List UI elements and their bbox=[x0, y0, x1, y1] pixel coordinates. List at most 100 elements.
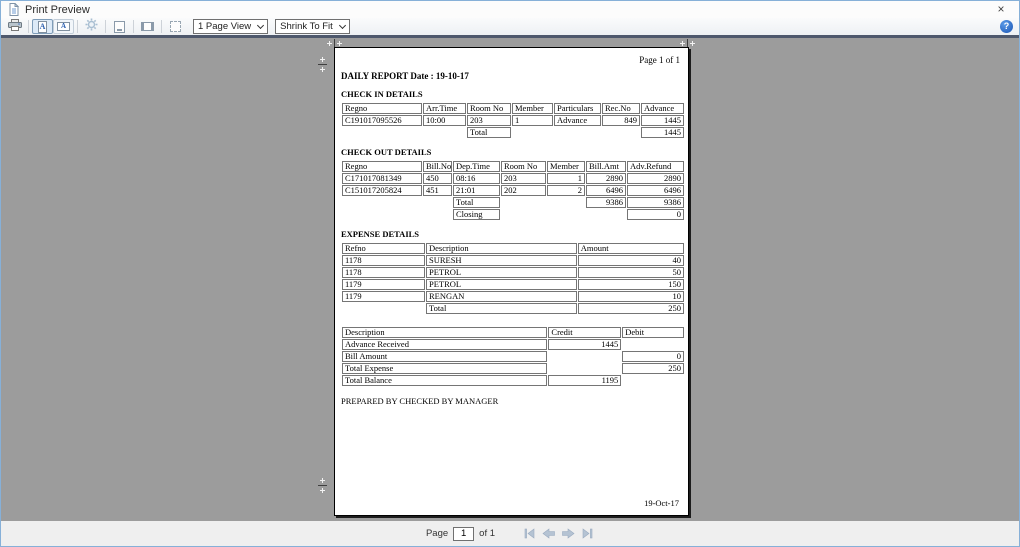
cell: Advance Received bbox=[342, 339, 547, 350]
full-page-icon bbox=[170, 21, 181, 32]
toolbar-separator bbox=[105, 20, 106, 33]
margin-arrow-icon bbox=[690, 41, 695, 46]
cell: PETROL bbox=[426, 267, 577, 278]
cell: 0 bbox=[622, 351, 684, 362]
col-header: Regno bbox=[342, 103, 422, 114]
page-view-select[interactable]: 1 Page View bbox=[193, 19, 268, 34]
col-header: Room No bbox=[501, 161, 546, 172]
col-header: Regno bbox=[342, 161, 422, 172]
page-number-input[interactable] bbox=[453, 527, 474, 541]
checkin-section-title: CHECK IN DETAILS bbox=[341, 89, 680, 99]
top-margin-handle[interactable] bbox=[318, 57, 327, 72]
col-header: Room No bbox=[467, 103, 511, 114]
toolbar-separator bbox=[133, 20, 134, 33]
report-title: DAILY REPORT Date : 19-10-17 bbox=[341, 71, 680, 81]
full-width-button[interactable] bbox=[137, 19, 158, 34]
print-button[interactable] bbox=[4, 19, 25, 34]
checkout-closing-row: Closing 0 bbox=[342, 209, 684, 220]
next-page-button[interactable] bbox=[561, 528, 575, 539]
cell: C151017205824 bbox=[342, 185, 422, 196]
checkin-total-row: Total 1445 bbox=[342, 127, 684, 138]
cell: Total Balance bbox=[342, 375, 547, 386]
checkin-data-row: C191017095526 10:00 203 1 Advance 849 14… bbox=[342, 115, 684, 126]
landscape-icon: A bbox=[57, 22, 70, 31]
total-value: 250 bbox=[578, 303, 684, 314]
shrink-to-fit-select[interactable]: Shrink To Fit bbox=[275, 19, 350, 34]
checkin-table: Regno Arr.Time Room No Member Particular… bbox=[341, 102, 685, 139]
first-page-button[interactable] bbox=[523, 528, 537, 539]
window-title: Print Preview bbox=[25, 4, 90, 16]
cell: 10:00 bbox=[423, 115, 466, 126]
checkout-total-row: Total 9386 9386 bbox=[342, 197, 684, 208]
last-page-button[interactable] bbox=[580, 528, 594, 539]
total-value: 9386 bbox=[586, 197, 626, 208]
portrait-button[interactable]: A bbox=[32, 19, 53, 34]
col-header: Credit bbox=[548, 327, 621, 338]
col-header: Rec.No bbox=[602, 103, 640, 114]
cell: C171017081349 bbox=[342, 173, 422, 184]
cell: Bill Amount bbox=[342, 351, 547, 362]
margin-arrow-icon bbox=[337, 41, 342, 46]
cell: 08:16 bbox=[453, 173, 500, 184]
summary-row: Total Expense 250 bbox=[342, 363, 684, 374]
checkout-data-row: C151017205824 451 21:01 202 2 6496 6496 bbox=[342, 185, 684, 196]
page-setup-button[interactable] bbox=[81, 19, 102, 34]
col-header: Member bbox=[512, 103, 553, 114]
printer-icon bbox=[8, 18, 22, 36]
expense-data-row: 1179 PETROL 150 bbox=[342, 279, 684, 290]
cell: 150 bbox=[578, 279, 684, 290]
cell: 202 bbox=[501, 185, 546, 196]
headers-footers-button[interactable] bbox=[109, 19, 130, 34]
total-label: Total bbox=[467, 127, 511, 138]
cell: 6496 bbox=[586, 185, 626, 196]
expense-table: Refno Description Amount 1178 SURESH 40 … bbox=[341, 242, 685, 315]
cell: 21:01 bbox=[453, 185, 500, 196]
previous-page-button[interactable] bbox=[542, 528, 556, 539]
previous-page-icon bbox=[542, 528, 556, 539]
page-of-label: of 1 bbox=[479, 528, 495, 539]
col-header: Particulars bbox=[554, 103, 601, 114]
cell: 203 bbox=[467, 115, 511, 126]
first-page-icon bbox=[523, 528, 537, 539]
titlebar: Print Preview × bbox=[1, 1, 1019, 18]
report-page: Page 1 of 1 DAILY REPORT Date : 19-10-17… bbox=[334, 47, 689, 516]
col-header: Debit bbox=[622, 327, 684, 338]
bottom-margin-handle[interactable] bbox=[318, 478, 327, 493]
summary-row: Bill Amount 0 bbox=[342, 351, 684, 362]
shrink-to-fit-value: Shrink To Fit bbox=[280, 21, 333, 32]
statusbar: Page of 1 bbox=[1, 521, 1019, 546]
footer-date: 19-Oct-17 bbox=[644, 498, 679, 508]
checkin-header-row: Regno Arr.Time Room No Member Particular… bbox=[342, 103, 684, 114]
close-icon[interactable]: × bbox=[993, 1, 1009, 17]
cell: PETROL bbox=[426, 279, 577, 290]
gear-icon bbox=[85, 18, 98, 36]
help-button[interactable]: ? bbox=[1000, 20, 1013, 33]
margin-arrow-icon bbox=[320, 488, 325, 493]
cell: 1179 bbox=[342, 279, 425, 290]
cell: 450 bbox=[423, 173, 452, 184]
cell: 1178 bbox=[342, 267, 425, 278]
col-header: Advance bbox=[641, 103, 684, 114]
cell: 1178 bbox=[342, 255, 425, 266]
cell: 2890 bbox=[586, 173, 626, 184]
col-header: Member bbox=[547, 161, 585, 172]
cell: 1 bbox=[512, 115, 553, 126]
margin-arrow-icon bbox=[320, 67, 325, 72]
checkout-data-row: C171017081349 450 08:16 203 1 2890 2890 bbox=[342, 173, 684, 184]
cell: C191017095526 bbox=[342, 115, 422, 126]
checkout-header-row: Regno Bill.No Dep.Time Room No Member Bi… bbox=[342, 161, 684, 172]
toolbar-separator bbox=[161, 20, 162, 33]
col-header: Arr.Time bbox=[423, 103, 466, 114]
full-page-button[interactable] bbox=[165, 19, 186, 34]
col-header: Refno bbox=[342, 243, 425, 254]
portrait-icon: A bbox=[38, 21, 47, 33]
cell: 1179 bbox=[342, 291, 425, 302]
landscape-button[interactable]: A bbox=[53, 19, 74, 34]
last-page-icon bbox=[580, 528, 594, 539]
expense-data-row: 1178 PETROL 50 bbox=[342, 267, 684, 278]
cell: RENGAN bbox=[426, 291, 577, 302]
page-label: Page bbox=[426, 528, 448, 539]
closing-label: Closing bbox=[453, 209, 500, 220]
expense-section-title: EXPENSE DETAILS bbox=[341, 229, 680, 239]
document-icon bbox=[9, 3, 19, 16]
